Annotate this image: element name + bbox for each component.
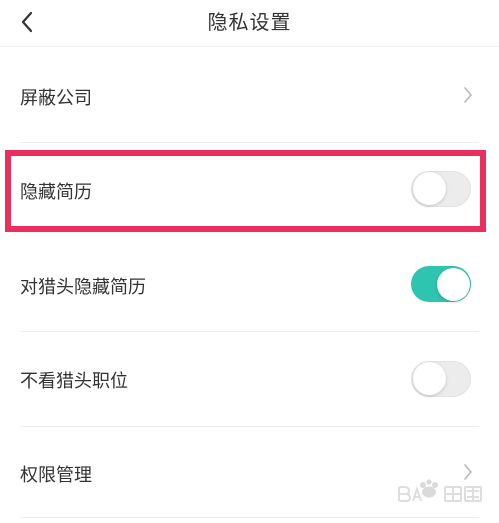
setting-label: 屏蔽公司 (20, 88, 92, 109)
toggle-knob (413, 172, 446, 205)
toggle-knob (413, 362, 446, 395)
hide-resume-toggle[interactable] (411, 171, 471, 207)
baidu-jingyan-logo-icon (398, 479, 482, 502)
setting-row-block-company[interactable]: 屏蔽公司 (20, 47, 479, 143)
privacy-settings-page: 隐私设置 屏蔽公司 隐藏简历 对猎头隐藏简历 不看猎头职位 权限管理 (0, 0, 499, 523)
setting-row-hide-resume-from-headhunters: 对猎头隐藏简历 (20, 238, 479, 332)
hide-resume-from-headhunters-toggle[interactable] (411, 266, 471, 302)
hide-headhunter-jobs-toggle[interactable] (411, 361, 471, 397)
page-title: 隐私设置 (207, 10, 292, 34)
setting-row-hide-headhunter-jobs: 不看猎头职位 (20, 332, 479, 427)
setting-label: 对猎头隐藏简历 (20, 277, 146, 298)
nav-bar: 隐私设置 (0, 0, 499, 47)
toggle-knob (437, 267, 470, 301)
setting-label: 隐藏简历 (20, 182, 92, 203)
setting-row-hide-resume: 隐藏简历 (20, 143, 479, 238)
setting-label: 不看猎头职位 (20, 371, 128, 392)
chevron-right-icon (464, 87, 472, 103)
setting-label: 权限管理 (20, 465, 92, 486)
